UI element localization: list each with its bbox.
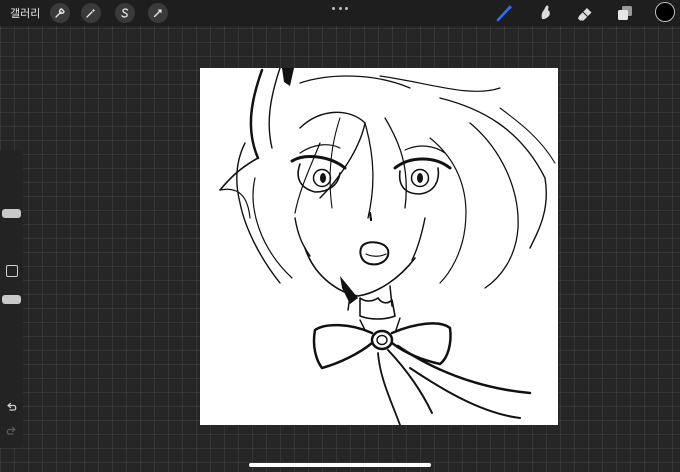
transform-arrow-icon	[153, 9, 162, 18]
eraser-tool-button[interactable]	[575, 3, 595, 23]
layers-button[interactable]	[615, 3, 635, 23]
gallery-button[interactable]: 갤러리	[10, 5, 40, 21]
more-dots-icon[interactable]	[332, 3, 348, 13]
drawing-canvas[interactable]	[200, 68, 558, 425]
top-toolbar: 갤러리	[0, 0, 680, 26]
redo-icon[interactable]	[5, 425, 18, 438]
color-picker-button[interactable]	[655, 2, 675, 22]
sidebar	[0, 150, 23, 448]
selection-button[interactable]	[115, 3, 135, 23]
actions-button[interactable]	[50, 3, 70, 23]
brush-icon	[496, 5, 512, 22]
opacity-slider[interactable]	[2, 295, 21, 304]
eraser-icon	[578, 8, 592, 21]
selection-s-icon	[121, 8, 129, 18]
square-icon[interactable]	[6, 265, 18, 277]
brush-size-slider[interactable]	[2, 209, 21, 218]
line-art-drawing	[219, 68, 556, 425]
undo-icon[interactable]	[5, 401, 18, 414]
layers-icon	[618, 6, 632, 20]
home-indicator[interactable]	[249, 463, 431, 467]
adjustments-button[interactable]	[81, 3, 101, 23]
brush-tool-button[interactable]	[495, 3, 515, 23]
wrench-icon	[55, 8, 65, 18]
transform-button[interactable]	[148, 3, 168, 23]
smudge-icon	[541, 5, 550, 20]
magic-wand-icon	[86, 8, 96, 18]
smudge-tool-button[interactable]	[535, 3, 555, 23]
